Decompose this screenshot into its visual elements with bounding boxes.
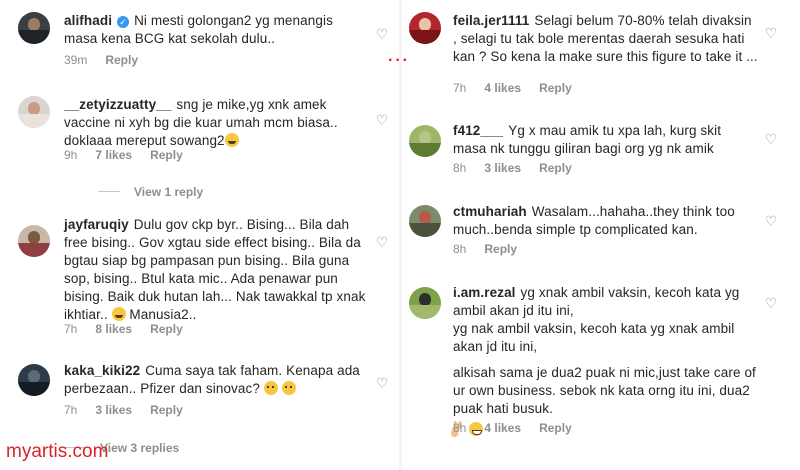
heart-outline-icon[interactable]: ♡ (374, 375, 390, 391)
comment-username[interactable]: i.am.rezal (453, 285, 516, 300)
watermark: myartis.com (6, 441, 109, 462)
heart-outline-icon[interactable]: ♡ (374, 26, 390, 42)
verified-badge-icon: ✓ (117, 16, 130, 28)
heart-outline-icon[interactable]: ♡ (763, 213, 779, 229)
like-count[interactable]: 4 likes (484, 421, 521, 435)
comment-username[interactable]: feila.jer1111 (453, 13, 529, 28)
heart-outline-icon[interactable]: ♡ (374, 234, 390, 250)
avatar[interactable] (18, 364, 50, 396)
comment-time: 8h (453, 161, 467, 175)
comment-meta: 8h 3 likes Reply (453, 161, 590, 175)
laughing-emoji-icon (224, 133, 239, 147)
thinking-emoji-icon (263, 381, 278, 395)
reply-button[interactable]: Reply (150, 322, 183, 336)
comment-username[interactable]: kaka_kiki22 (64, 363, 140, 378)
comment-body: kaka_kiki22 Cuma saya tak faham. Kenapa a… (64, 362, 370, 398)
reply-button[interactable]: Reply (539, 421, 572, 435)
comment-time: 7h (453, 81, 467, 95)
comment-meta: 7h 8 likes Reply (64, 322, 201, 336)
column-divider (399, 0, 402, 470)
like-count[interactable]: 3 likes (484, 161, 521, 175)
heart-outline-icon[interactable]: ♡ (763, 295, 779, 311)
comment-meta: 8h Reply (453, 242, 535, 256)
reply-button[interactable]: Reply (150, 148, 183, 162)
comment-username[interactable]: alifhadi (64, 13, 112, 28)
comment-username[interactable]: f412___ (453, 123, 503, 138)
comment-line-1: i.am.rezal yg xnak ambil vaksin, kecoh ka… (453, 284, 758, 320)
view-replies-button[interactable]: View 1 reply (98, 185, 203, 199)
avatar[interactable] (18, 225, 50, 257)
view-replies-label: View 1 reply (134, 185, 204, 199)
thinking-emoji-icon (281, 381, 296, 395)
comment-meta: 39m Reply (64, 53, 156, 67)
replies-dash (98, 191, 120, 192)
comment-body: feila.jer1111 Selagi belum 70-80% telah d… (453, 12, 758, 66)
reply-button[interactable]: Reply (105, 53, 138, 67)
comment-time: 7h (64, 403, 78, 417)
comment-body: alifhadi ✓ Ni mesti golongan2 yg menangis … (64, 12, 364, 48)
comment-meta: 9h 7 likes Reply (64, 148, 201, 162)
avatar[interactable] (18, 12, 50, 44)
comment-line-2: yg nak ambil vaksin, kecoh kata yg xnak … (453, 321, 735, 354)
avatar[interactable] (409, 125, 441, 157)
comment-line-3: alkisah sama je dua2 puak ni mic,just ta… (453, 365, 756, 416)
comment-text: Dulu gov ckp byr.. Bising... Bila dah fr… (64, 217, 366, 322)
comment-meta: 8h 4 likes Reply (453, 421, 590, 435)
comment-time: 39m (64, 53, 88, 67)
reply-button[interactable]: Reply (539, 161, 572, 175)
heart-outline-icon[interactable]: ♡ (374, 112, 390, 128)
comment-meta: 7h 3 likes Reply (64, 403, 201, 417)
comment-body: __zetyizzuatty__ sng je mike,yg xnk amek … (64, 96, 370, 150)
heart-outline-icon[interactable]: ♡ (763, 25, 779, 41)
comment-time: 8h (453, 242, 467, 256)
like-count[interactable]: 8 likes (95, 322, 132, 336)
avatar[interactable] (409, 12, 441, 44)
comment-body: jayfaruqiy Dulu gov ckp byr.. Bising... B… (64, 216, 370, 324)
like-count[interactable]: 4 likes (484, 81, 521, 95)
view-replies-label: View 3 replies (100, 441, 180, 455)
avatar[interactable] (409, 287, 441, 319)
like-count[interactable]: 7 likes (95, 148, 132, 162)
comment-body: i.am.rezal yg xnak ambil vaksin, kecoh ka… (453, 284, 758, 439)
reply-button[interactable]: Reply (150, 403, 183, 417)
comment-meta: 7h 4 likes Reply (453, 81, 590, 95)
comment-text-after-emoji: Manusia2.. (125, 307, 197, 322)
heart-outline-icon[interactable]: ♡ (763, 131, 779, 147)
separator-dots: ··· (388, 52, 410, 69)
like-count[interactable]: 3 likes (95, 403, 132, 417)
laughing-emoji-icon (111, 307, 126, 321)
reply-button[interactable]: Reply (539, 81, 572, 95)
comment-body: ctmuhariah Wasalam...hahaha..they think t… (453, 203, 758, 239)
comment-username[interactable]: jayfaruqiy (64, 217, 129, 232)
avatar[interactable] (18, 96, 50, 128)
comment-time: 7h (64, 322, 78, 336)
comment-username[interactable]: ctmuhariah (453, 204, 527, 219)
comment-time: 9h (64, 148, 78, 162)
avatar[interactable] (409, 205, 441, 237)
reply-button[interactable]: Reply (484, 242, 517, 256)
comment-username[interactable]: __zetyizzuatty__ (64, 97, 171, 112)
comment-body: f412___ Yg x mau amik tu xpa lah, kurg sk… (453, 122, 758, 158)
comment-time: 8h (453, 421, 467, 435)
